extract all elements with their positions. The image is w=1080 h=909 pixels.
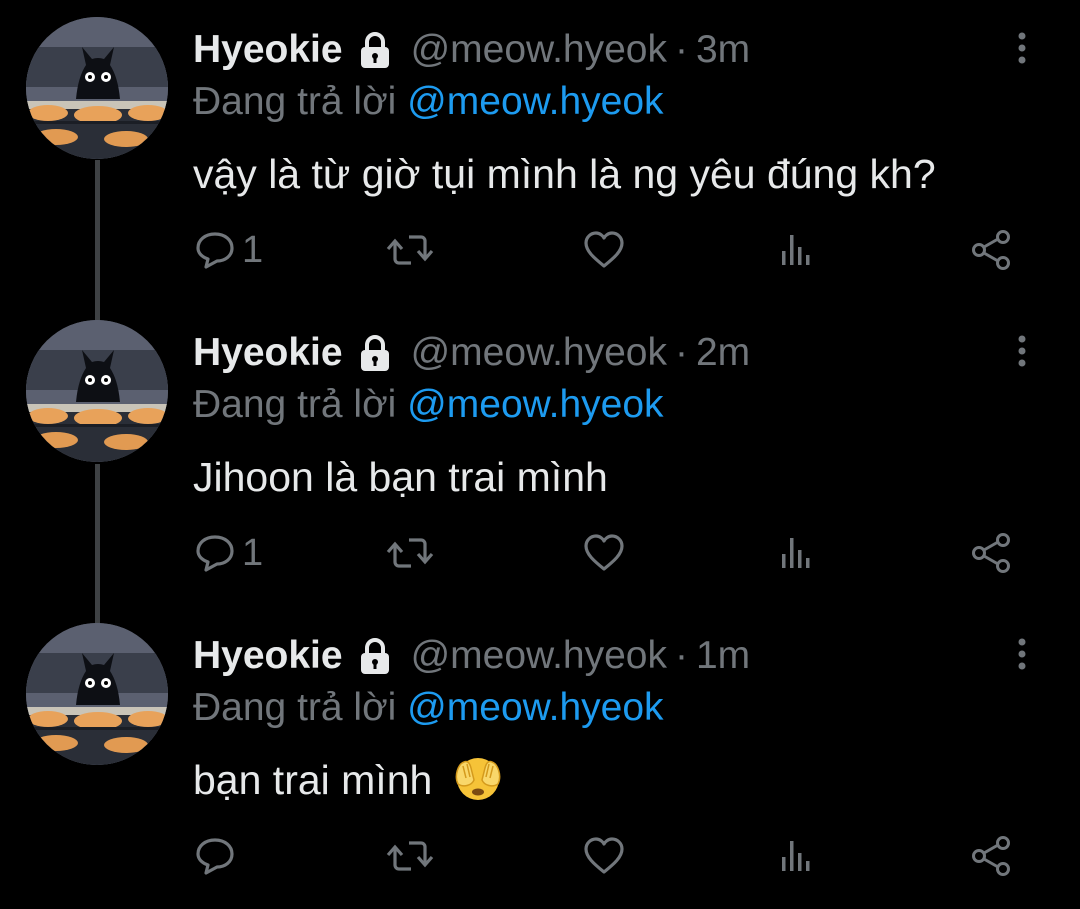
timestamp[interactable]: 1m — [696, 632, 750, 680]
retweet-button[interactable] — [385, 531, 435, 575]
views-icon — [782, 235, 810, 265]
share-button[interactable] — [970, 531, 1014, 575]
replying-to-mention[interactable]: @meow.hyeok — [407, 80, 663, 123]
tweet-header: Hyeokie @meow.hyeok · 2m — [193, 329, 750, 377]
share-button[interactable] — [970, 834, 1014, 878]
tweet-text: Jihoon là bạn trai mình — [193, 451, 608, 503]
replying-to: Đang trả lời @meow.hyeok — [193, 381, 664, 429]
tweet-actions: 1 — [0, 220, 1080, 280]
reply-icon — [196, 838, 234, 875]
replying-to-label: Đang trả lời — [193, 383, 397, 426]
separator-dot: · — [674, 634, 688, 677]
tweet-thread: Hyeokie @meow.hyeok · 3m Đang trả lời @m… — [0, 0, 1080, 895]
handle[interactable]: @meow.hyeok — [411, 632, 667, 680]
see-no-evil-face-emoji — [452, 754, 504, 802]
share-icon — [972, 230, 1010, 270]
tweet-text-content: vậy là từ giờ tụi mình là ng yêu đúng kh… — [193, 151, 936, 197]
like-icon — [584, 534, 624, 571]
tweet[interactable]: Hyeokie @meow.hyeok · 2m Đang trả lời @m… — [0, 303, 1080, 606]
replying-to: Đang trả lời @meow.hyeok — [193, 684, 664, 732]
retweet-icon — [386, 235, 434, 265]
share-icon — [972, 836, 1010, 876]
handle[interactable]: @meow.hyeok — [411, 26, 667, 74]
retweet-button[interactable] — [385, 834, 435, 878]
avatar[interactable] — [26, 623, 168, 765]
reply-icon — [196, 535, 234, 572]
reply-count: 1 — [242, 229, 264, 271]
separator-dot: · — [674, 28, 688, 71]
tweet-actions — [0, 826, 1080, 886]
replying-to-mention[interactable]: @meow.hyeok — [407, 686, 663, 729]
tweet-text-content: Jihoon là bạn trai mình — [193, 454, 608, 500]
tweet[interactable]: Hyeokie @meow.hyeok · 3m Đang trả lời @m… — [0, 0, 1080, 303]
avatar-cat-image — [26, 17, 168, 159]
share-icon — [972, 533, 1010, 573]
separator-dot: · — [674, 331, 688, 374]
more-options-icon[interactable] — [1004, 30, 1040, 66]
avatar[interactable] — [26, 320, 168, 462]
display-name[interactable]: Hyeokie — [193, 329, 343, 377]
avatar-cat-image — [26, 320, 168, 462]
replying-to-mention[interactable]: @meow.hyeok — [407, 383, 663, 426]
more-options-icon[interactable] — [1004, 333, 1040, 369]
avatar[interactable] — [26, 17, 168, 159]
timestamp[interactable]: 3m — [696, 26, 750, 74]
replying-to-label: Đang trả lời — [193, 686, 397, 729]
like-button[interactable] — [582, 531, 626, 575]
views-button[interactable] — [778, 228, 816, 272]
retweet-icon — [386, 841, 434, 871]
handle[interactable]: @meow.hyeok — [411, 329, 667, 377]
lock-icon — [353, 331, 397, 375]
reply-button[interactable]: 1 — [194, 228, 263, 272]
retweet-button[interactable] — [385, 228, 435, 272]
tweet[interactable]: Hyeokie @meow.hyeok · 1m Đang trả lời @m… — [0, 606, 1080, 909]
views-icon — [782, 841, 810, 871]
views-button[interactable] — [778, 531, 816, 575]
lock-icon — [353, 28, 397, 72]
like-button[interactable] — [582, 228, 626, 272]
more-options-icon[interactable] — [1004, 636, 1040, 672]
retweet-icon — [386, 538, 434, 568]
reply-button[interactable]: 1 — [194, 531, 263, 575]
timestamp[interactable]: 2m — [696, 329, 750, 377]
like-icon — [584, 231, 624, 268]
tweet-text: bạn trai mình — [193, 754, 504, 806]
tweet-actions: 1 — [0, 523, 1080, 583]
like-icon — [584, 837, 624, 874]
like-button[interactable] — [582, 834, 626, 878]
replying-to: Đang trả lời @meow.hyeok — [193, 78, 664, 126]
replying-to-label: Đang trả lời — [193, 80, 397, 123]
display-name[interactable]: Hyeokie — [193, 26, 343, 74]
tweet-text-content: bạn trai mình — [193, 757, 433, 803]
tweet-header: Hyeokie @meow.hyeok · 1m — [193, 632, 750, 680]
avatar-cat-image — [26, 623, 168, 765]
share-button[interactable] — [970, 228, 1014, 272]
tweet-text: vậy là từ giờ tụi mình là ng yêu đúng kh… — [193, 148, 936, 200]
tweet-header: Hyeokie @meow.hyeok · 3m — [193, 26, 750, 74]
views-icon — [782, 538, 810, 568]
reply-button[interactable] — [194, 834, 242, 878]
reply-count: 1 — [242, 532, 264, 574]
views-button[interactable] — [778, 834, 816, 878]
display-name[interactable]: Hyeokie — [193, 632, 343, 680]
reply-icon — [196, 232, 234, 269]
lock-icon — [353, 634, 397, 678]
